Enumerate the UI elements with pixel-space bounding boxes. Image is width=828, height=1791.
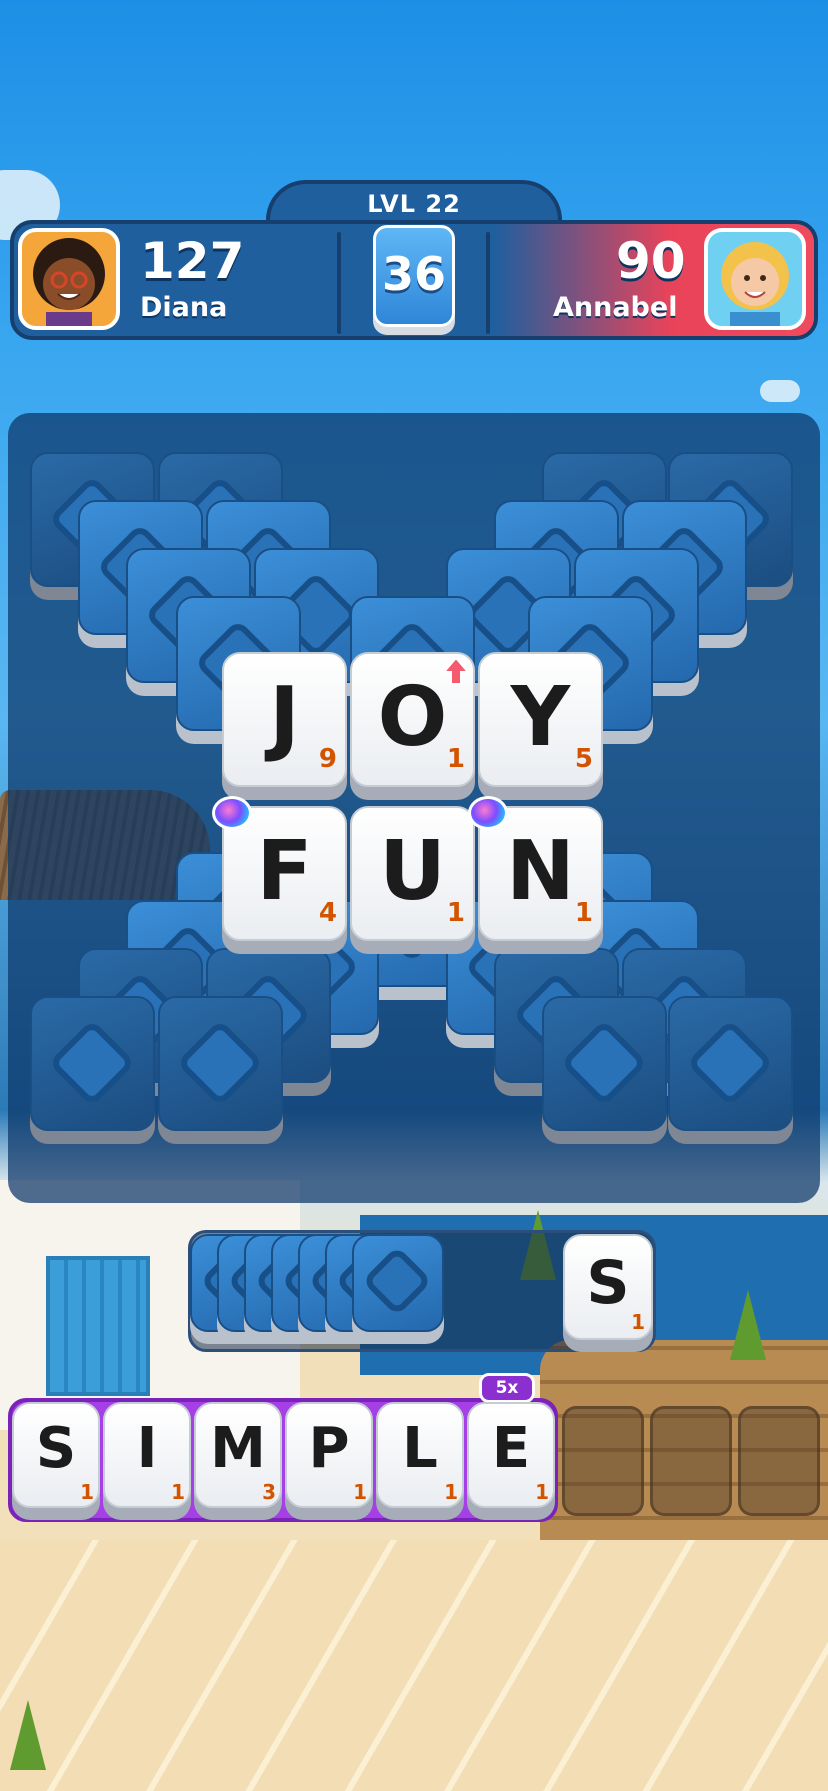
tile-points: 1 bbox=[171, 1480, 185, 1504]
empty-rack-slot bbox=[650, 1406, 732, 1516]
letter-tile[interactable]: F4 bbox=[212, 796, 347, 954]
tile-points: 3 bbox=[262, 1480, 276, 1504]
tile-letter: S bbox=[35, 1416, 77, 1481]
sand-ground bbox=[0, 1540, 828, 1791]
face-down-tile bbox=[542, 996, 667, 1144]
diana-name: Diana bbox=[140, 292, 228, 323]
tile-points: 1 bbox=[574, 898, 593, 928]
queue-next-tile[interactable]: S 1 bbox=[563, 1234, 653, 1352]
tile-letter: E bbox=[491, 1416, 531, 1481]
moves-counter: 36 bbox=[373, 225, 455, 327]
annabel-name: Annabel bbox=[553, 292, 678, 323]
letter-tile[interactable]: N1 bbox=[468, 796, 603, 954]
tile-points: 1 bbox=[631, 1310, 645, 1334]
tile-letter: L bbox=[402, 1416, 438, 1481]
face-down-tile bbox=[30, 996, 155, 1144]
tile-points: 1 bbox=[353, 1480, 367, 1504]
annabel-avatar-icon[interactable] bbox=[704, 228, 806, 330]
empty-rack-slot bbox=[738, 1406, 820, 1516]
face-down-tile bbox=[158, 996, 283, 1144]
tile-points: 1 bbox=[444, 1480, 458, 1504]
tile-letter: P bbox=[308, 1416, 350, 1481]
tile-points: 4 bbox=[318, 898, 337, 928]
plant-icon bbox=[10, 1700, 46, 1770]
rack-tile[interactable]: P1 bbox=[285, 1402, 373, 1520]
letter-tile[interactable]: U1 bbox=[350, 806, 475, 954]
diana-avatar-icon[interactable] bbox=[18, 228, 120, 330]
queue-hidden-tile bbox=[352, 1234, 444, 1344]
blue-door bbox=[46, 1256, 150, 1396]
tile-points: 1 bbox=[446, 744, 465, 774]
annabel-score: 90 bbox=[616, 232, 686, 290]
empty-rack-slot bbox=[562, 1406, 644, 1516]
tile-points: 1 bbox=[535, 1480, 549, 1504]
rack-tile[interactable]: S1 bbox=[12, 1402, 100, 1520]
face-down-tile bbox=[668, 996, 793, 1144]
cloud-right bbox=[760, 380, 800, 402]
candy-icon bbox=[468, 796, 508, 830]
tile-letter: S bbox=[586, 1248, 630, 1318]
tile-letter: I bbox=[136, 1416, 158, 1481]
tile-points: 1 bbox=[80, 1480, 94, 1504]
rack-tile[interactable]: L1 bbox=[376, 1402, 464, 1520]
tile-points: 1 bbox=[446, 898, 465, 928]
rack-tile[interactable]: E1 bbox=[467, 1402, 555, 1520]
tile-points: 9 bbox=[318, 744, 337, 774]
tile-letter: M bbox=[210, 1416, 266, 1481]
rack-tile[interactable]: I1 bbox=[103, 1402, 191, 1520]
level-label: LVL 22 bbox=[367, 190, 461, 218]
letter-tile[interactable]: Y5 bbox=[478, 652, 603, 800]
candy-icon bbox=[212, 796, 252, 830]
letter-tile[interactable]: O1 bbox=[350, 652, 475, 800]
letter-tile[interactable]: J9 bbox=[222, 652, 347, 800]
plant-icon bbox=[730, 1290, 766, 1360]
arrow-up-icon bbox=[442, 656, 470, 685]
multiplier-badge: 5x bbox=[479, 1373, 535, 1403]
hud-divider bbox=[337, 232, 341, 334]
diana-score: 127 bbox=[140, 232, 245, 290]
hud-divider bbox=[486, 232, 490, 334]
rack-tile[interactable]: M3 bbox=[194, 1402, 282, 1520]
tile-points: 5 bbox=[574, 744, 593, 774]
